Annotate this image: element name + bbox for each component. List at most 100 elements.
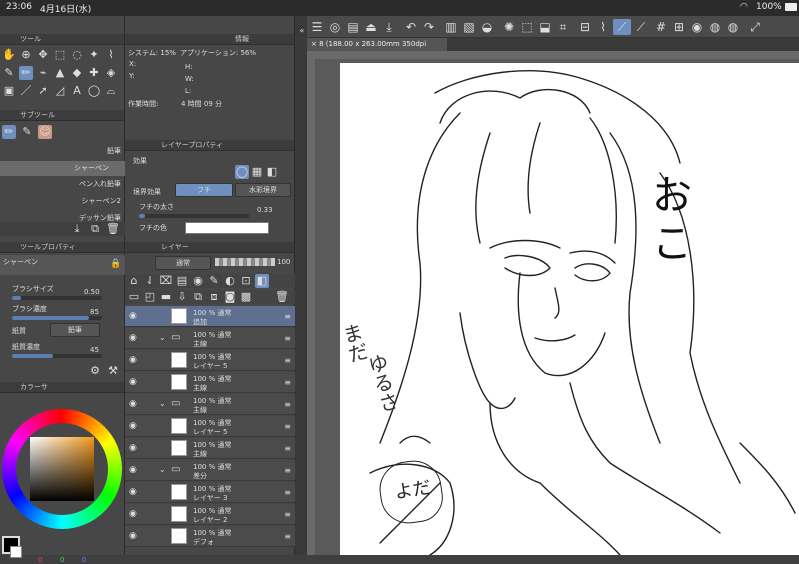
draft-icon[interactable]: ✎ bbox=[207, 274, 221, 288]
eye-icon[interactable]: ◉ bbox=[129, 355, 137, 365]
lock-alpha-icon[interactable]: ▤ bbox=[175, 274, 189, 288]
eye-icon[interactable]: ◉ bbox=[129, 487, 137, 497]
close-tab-icon[interactable]: × bbox=[311, 40, 317, 48]
new-folder-icon[interactable]: ▬ bbox=[159, 290, 173, 304]
move-icon[interactable]: ✥ bbox=[36, 48, 50, 62]
opacity-slider[interactable] bbox=[215, 258, 275, 266]
zoom-icon[interactable]: ⊕ bbox=[19, 48, 33, 62]
layer-row[interactable]: ◉ 100 % 通常 レイヤー 2 ≡ bbox=[125, 504, 295, 525]
wrench-icon[interactable]: ⚒ bbox=[106, 364, 120, 378]
canvas-page[interactable]: お こ まだ ゆるさ よだ bbox=[337, 63, 799, 555]
color-preview-icon[interactable]: ◍ bbox=[725, 19, 741, 35]
grid-settings-icon[interactable]: ⊞ bbox=[671, 19, 687, 35]
reference-icon[interactable]: ◉ bbox=[191, 274, 205, 288]
brush-icon[interactable]: ⌁ bbox=[36, 66, 50, 80]
gradient-icon[interactable]: ▣ bbox=[2, 84, 16, 98]
eye-icon[interactable]: ◉ bbox=[129, 421, 137, 431]
object-icon[interactable]: ➚ bbox=[36, 84, 50, 98]
eye-icon[interactable]: ◉ bbox=[129, 311, 137, 321]
companion-icon[interactable]: ◎ bbox=[327, 19, 343, 35]
layer-menu-icon[interactable]: ≡ bbox=[284, 400, 291, 409]
ruler-icon[interactable]: ◿ bbox=[53, 84, 67, 98]
merge-icon[interactable]: ⧈ bbox=[207, 290, 221, 304]
hand-icon[interactable]: ✋ bbox=[2, 48, 16, 62]
paper-select[interactable]: 鉛筆 bbox=[50, 323, 100, 337]
eye-icon[interactable]: ◉ bbox=[129, 399, 137, 409]
save-icon[interactable]: ⤓ bbox=[381, 19, 397, 35]
ruler-snap-icon[interactable]: ⊟ bbox=[577, 19, 593, 35]
layer-row[interactable]: ◉ 100 % 通常 主線 ≡ bbox=[125, 372, 295, 393]
pencil-group-icon[interactable]: ✏ bbox=[2, 125, 16, 139]
subtool-item-selected[interactable]: シャーペン bbox=[0, 161, 125, 176]
layer-menu-icon[interactable]: ≡ bbox=[284, 488, 291, 497]
special-ruler-icon[interactable]: ⌇ bbox=[595, 19, 611, 35]
lock-layer-icon[interactable]: ⌧ bbox=[159, 274, 173, 288]
layer-row[interactable]: ◉ ⌄ ▭ 100 % 通常 差分 ≡ bbox=[125, 460, 295, 481]
document-tab[interactable]: × 8 (188.00 x 263.00mm 350dpi 130.1%) bbox=[307, 38, 447, 61]
delete-layer-icon[interactable]: 🗑 bbox=[275, 290, 289, 304]
mask-add-icon[interactable]: ◙ bbox=[223, 290, 237, 304]
wand-icon[interactable]: ✦ bbox=[87, 48, 101, 62]
new-vector-icon[interactable]: ◰ bbox=[143, 290, 157, 304]
airbrush-icon[interactable]: ▲ bbox=[53, 66, 67, 80]
layer-row[interactable]: ◉ 100 % 通常 レイヤー 5 ≡ bbox=[125, 350, 295, 371]
clip-icon[interactable]: ⇃ bbox=[143, 274, 157, 288]
sub-color-swatch[interactable] bbox=[10, 546, 22, 558]
pencil-icon[interactable]: ✏ bbox=[19, 66, 33, 80]
paper-density-slider[interactable] bbox=[12, 354, 102, 358]
decoration-icon[interactable]: ✚ bbox=[87, 66, 101, 80]
pen-icon[interactable]: ✎ bbox=[2, 66, 16, 80]
eraser-icon[interactable]: ◆ bbox=[70, 66, 84, 80]
mask-apply-icon[interactable]: ▩ bbox=[239, 290, 253, 304]
layer-menu-icon[interactable]: ≡ bbox=[284, 312, 291, 321]
tone-icon[interactable]: ▦ bbox=[250, 165, 264, 179]
copy-icon[interactable]: ⧉ bbox=[88, 222, 102, 236]
layer-row[interactable]: ◉ 100 % 通常 レイヤー 3 ≡ bbox=[125, 482, 295, 503]
crop-icon[interactable]: ⌗ bbox=[555, 19, 571, 35]
layer-menu-icon[interactable]: ≡ bbox=[284, 422, 291, 431]
layer-menu-icon[interactable]: ≡ bbox=[284, 444, 291, 453]
balloon-icon[interactable]: ◯ bbox=[87, 84, 101, 98]
combine-icon[interactable]: ⧉ bbox=[191, 290, 205, 304]
eye-icon[interactable]: ◉ bbox=[129, 443, 137, 453]
blend-mode-select[interactable]: 通常 bbox=[155, 256, 211, 270]
custom-group-icon[interactable]: ☺ bbox=[38, 125, 52, 139]
layer-menu-icon[interactable]: ≡ bbox=[284, 334, 291, 343]
layer-color-toggle-icon[interactable]: ◧ bbox=[255, 274, 269, 288]
eye-icon[interactable]: ◉ bbox=[129, 465, 137, 475]
menu-icon[interactable]: ☰ bbox=[309, 19, 325, 35]
ruler-layer-icon[interactable]: ⊡ bbox=[239, 274, 253, 288]
layer-row[interactable]: ◉ ⌄ ▭ 100 % 通常 主線 ≡ bbox=[125, 394, 295, 415]
layer-move-icon[interactable]: ⌂ bbox=[127, 274, 141, 288]
new-file-icon[interactable]: ▤ bbox=[345, 19, 361, 35]
fill-icon[interactable]: ◈ bbox=[104, 66, 118, 80]
fill-command-icon[interactable]: ◒ bbox=[479, 19, 495, 35]
layer-row[interactable]: ◉ 100 % 通常 デフォ ≡ bbox=[125, 526, 295, 547]
chevron-down-icon[interactable]: ⌄ bbox=[159, 399, 166, 408]
subtool-item[interactable]: シャーペン2 bbox=[0, 196, 125, 210]
fuchi-color-swatch[interactable] bbox=[185, 222, 269, 234]
fuchi-thickness-slider[interactable] bbox=[139, 214, 249, 218]
lock-icon[interactable]: 🔒 bbox=[110, 259, 121, 269]
pen-group-icon[interactable]: ✎ bbox=[20, 125, 34, 139]
transform-icon[interactable]: ✺ bbox=[501, 19, 517, 35]
transfer-down-icon[interactable]: ⇩ bbox=[175, 290, 189, 304]
layer-menu-icon[interactable]: ≡ bbox=[284, 378, 291, 387]
eyedropper-icon[interactable]: ⌇ bbox=[104, 48, 118, 62]
trash-icon[interactable]: 🗑 bbox=[106, 222, 120, 236]
new-raster-icon[interactable]: ▭ bbox=[127, 290, 141, 304]
lasso-icon[interactable]: ◌ bbox=[70, 48, 84, 62]
layer-menu-icon[interactable]: ≡ bbox=[284, 532, 291, 541]
frame-icon[interactable]: ⌓ bbox=[104, 84, 118, 98]
open-icon[interactable]: ⏏ bbox=[363, 19, 379, 35]
eye-icon[interactable]: ◉ bbox=[129, 377, 137, 387]
layer-menu-icon[interactable]: ≡ bbox=[284, 510, 291, 519]
line-icon[interactable]: ／ bbox=[19, 84, 33, 98]
color-profile-icon[interactable]: ◍ bbox=[707, 19, 723, 35]
eye-icon[interactable]: ◉ bbox=[129, 509, 137, 519]
chevron-down-icon[interactable]: ⌄ bbox=[159, 465, 166, 474]
clear-icon[interactable]: ▥ bbox=[443, 19, 459, 35]
grid-icon[interactable]: # bbox=[653, 19, 669, 35]
subtool-item[interactable]: 鉛筆 bbox=[0, 146, 125, 160]
text-icon[interactable]: A bbox=[70, 84, 84, 98]
